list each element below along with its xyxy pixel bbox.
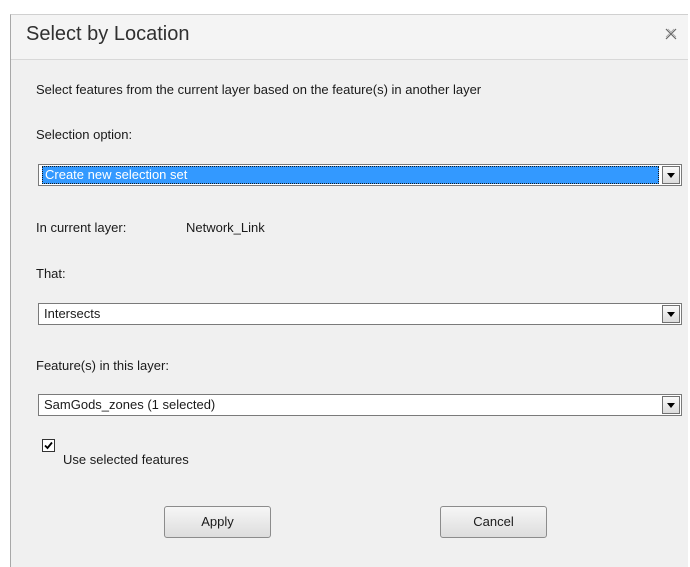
selection-option-dropdown[interactable]: Create new selection set — [38, 164, 682, 186]
feature-layer-value: SamGods_zones (1 selected) — [44, 397, 216, 412]
chevron-down-icon[interactable] — [662, 396, 680, 414]
chevron-down-icon[interactable] — [662, 305, 680, 323]
dialog-title: Select by Location — [26, 23, 190, 45]
use-selected-label: Use selected features — [63, 452, 189, 467]
that-label: That: — [36, 266, 66, 281]
selection-option-label: Selection option: — [36, 127, 133, 142]
cancel-button[interactable]: Cancel — [440, 506, 547, 538]
close-icon[interactable] — [662, 27, 680, 45]
apply-button[interactable]: Apply — [164, 506, 271, 538]
current-layer-label: In current layer: — [36, 220, 127, 235]
chevron-down-icon[interactable] — [662, 166, 680, 184]
feature-layer-dropdown[interactable]: SamGods_zones (1 selected) — [38, 394, 682, 416]
that-dropdown[interactable]: Intersects — [38, 303, 682, 325]
use-selected-checkbox[interactable] — [42, 439, 55, 452]
feature-layer-label: Feature(s) in this layer: — [36, 358, 169, 373]
selection-option-value: Create new selection set — [42, 166, 659, 184]
title-bar: Select by Location — [11, 15, 688, 60]
that-value: Intersects — [44, 306, 101, 321]
current-layer-value: Network_Link — [186, 220, 265, 235]
description-text: Select features from the current layer b… — [36, 82, 482, 97]
checkmark-icon — [44, 441, 53, 450]
